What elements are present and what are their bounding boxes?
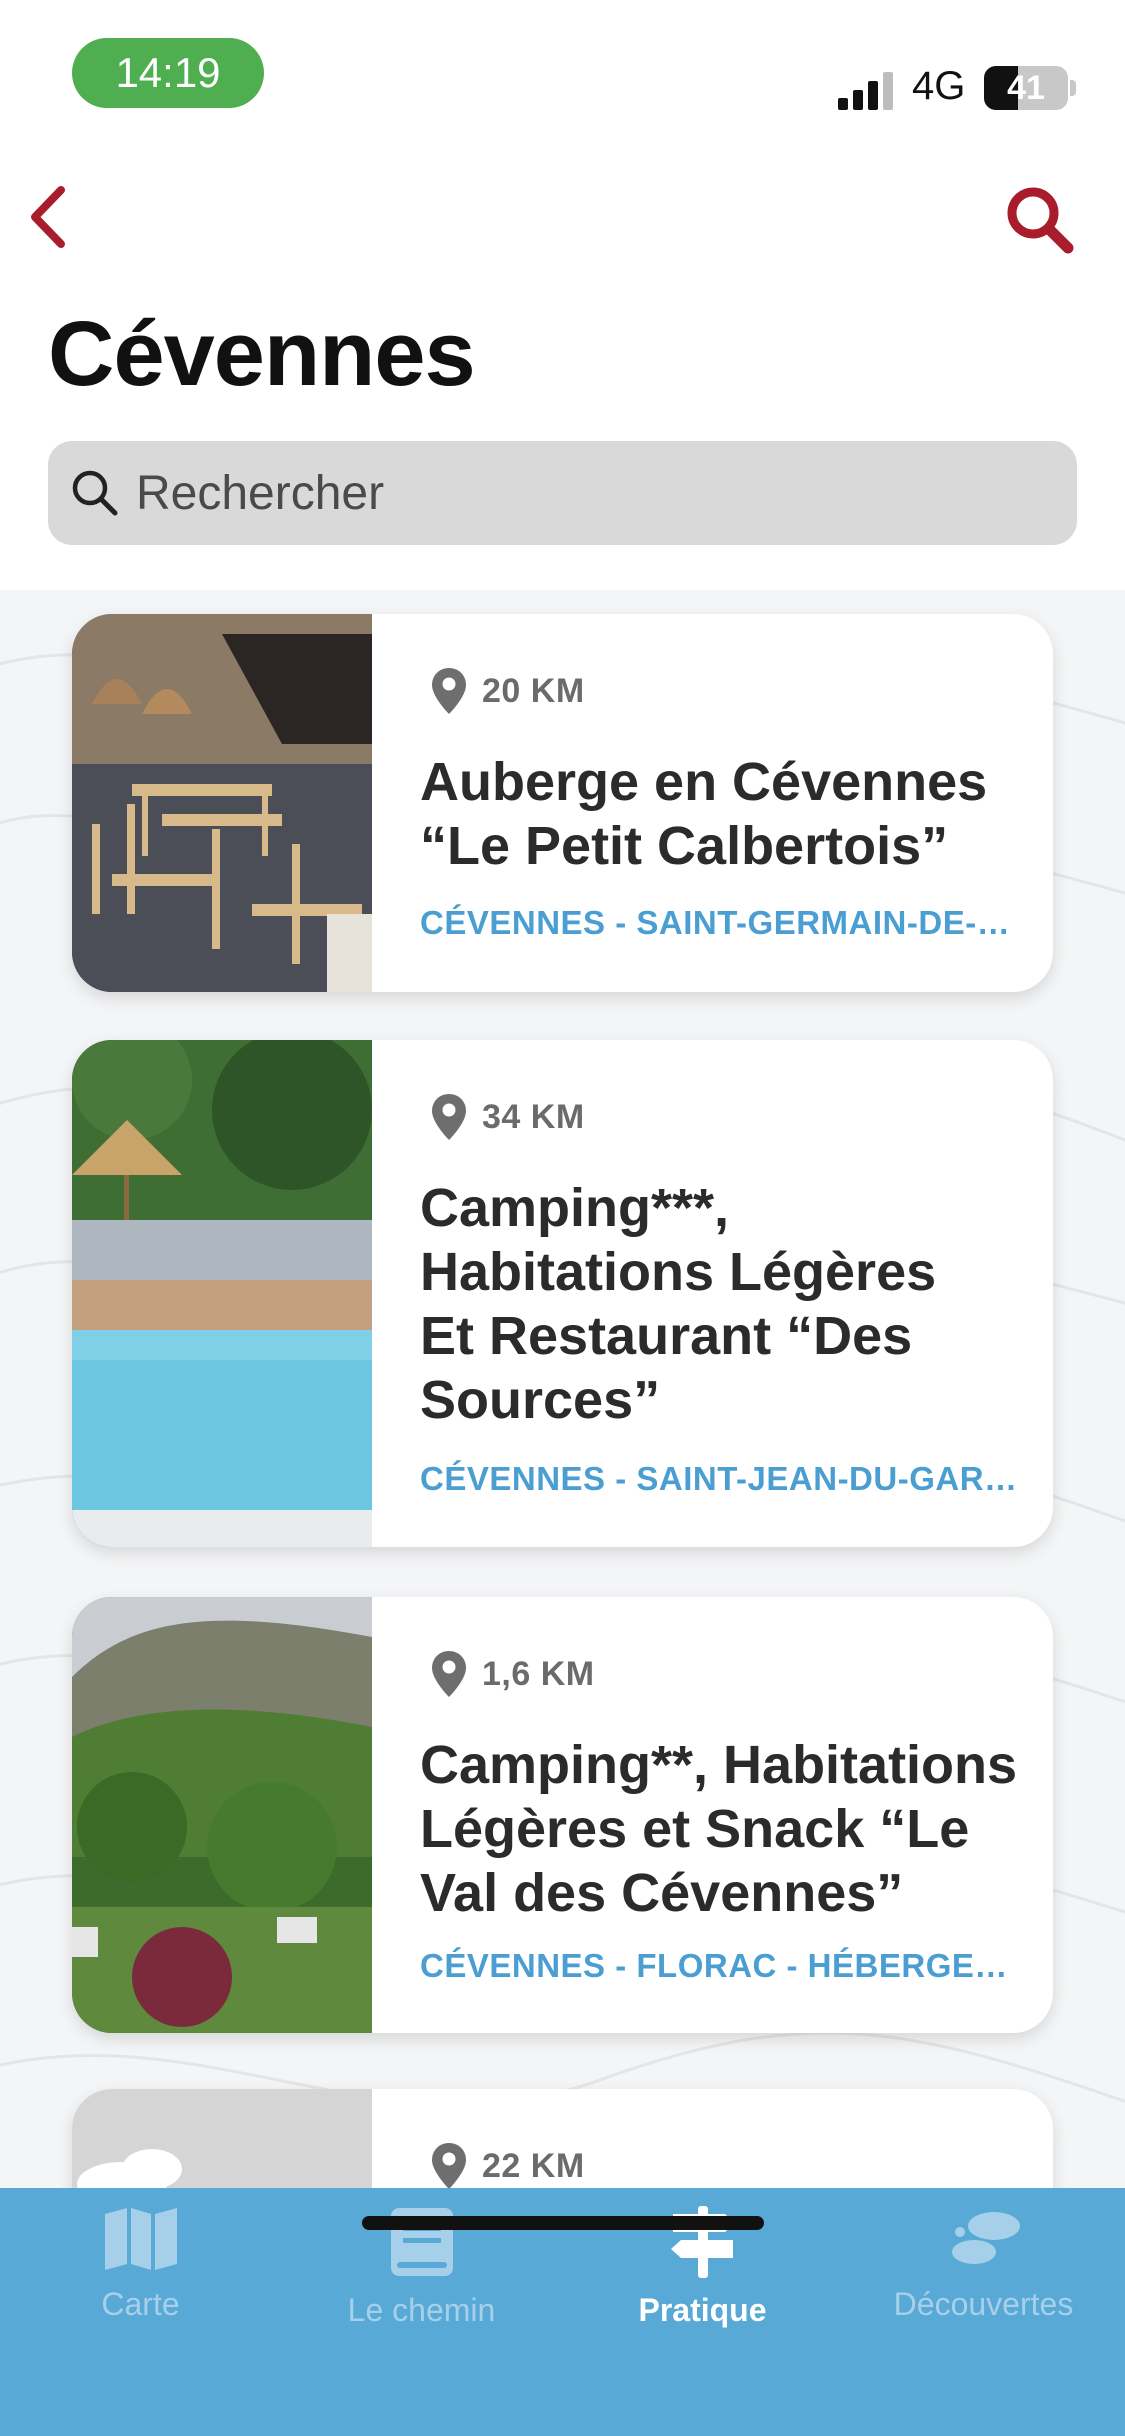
tab-decouvertes[interactable]: Découvertes bbox=[843, 2188, 1124, 2378]
list-item[interactable]: 20 KM Auberge en Cévennes “Le Petit Calb… bbox=[72, 614, 1053, 992]
distance-row: 22 KM bbox=[420, 2141, 585, 2188]
location-pin-icon bbox=[432, 1094, 466, 1140]
list-item[interactable]: 1,6 KM Camping**, Habitations Légères et… bbox=[72, 1597, 1053, 2033]
location-pin-icon bbox=[432, 1651, 466, 1697]
page-title: Cévennes bbox=[48, 303, 476, 405]
tab-label: Pratique bbox=[638, 2292, 767, 2328]
footprints-icon bbox=[951, 2212, 1020, 2264]
tab-carte[interactable]: Carte bbox=[0, 2188, 281, 2378]
card-title: Camping***, Habitations Légères Et Resta… bbox=[420, 1178, 937, 1430]
card-content: 22 KM bbox=[420, 2089, 1023, 2188]
status-time: 14:19 bbox=[72, 38, 264, 108]
distance-label: 1,6 KM bbox=[482, 1654, 595, 1693]
distance-label: 20 KM bbox=[482, 671, 585, 710]
map-icon bbox=[104, 2208, 177, 2270]
card-photo-restaurant bbox=[72, 614, 372, 992]
distance-label: 22 KM bbox=[482, 2146, 585, 2185]
search-input[interactable] bbox=[136, 465, 1036, 521]
battery-percent: 41 bbox=[1007, 68, 1045, 107]
battery-icon: 41 bbox=[984, 66, 1068, 110]
card-title: Auberge en Cévennes “Le Petit Calbertois… bbox=[420, 752, 988, 876]
location-pin-icon bbox=[432, 2143, 466, 2188]
card-content: 34 KM Camping***, Habitations Légères Et… bbox=[420, 1040, 1023, 1547]
search-icon bbox=[1007, 187, 1074, 254]
distance-row: 34 KM bbox=[420, 1092, 585, 1142]
location-pin-icon bbox=[432, 668, 466, 714]
home-indicator bbox=[362, 2216, 764, 2230]
tab-label: Le chemin bbox=[347, 2292, 496, 2328]
chevron-left-icon bbox=[31, 186, 65, 248]
card-tags: CÉVENNES - SAINT-JEAN-DU-GARD - HÉBERGEM… bbox=[420, 1460, 1023, 1497]
back-button[interactable] bbox=[22, 182, 72, 252]
card-title: Camping**, Habitations Légères et Snack … bbox=[420, 1735, 1018, 1923]
distance-row: 20 KM bbox=[420, 666, 585, 716]
list-item[interactable]: 22 KM bbox=[72, 2089, 1053, 2188]
search-button[interactable] bbox=[1004, 184, 1074, 254]
card-tags: CÉVENNES - FLORAC - HÉBERGEMENT bbox=[420, 1947, 1023, 1984]
card-tags: CÉVENNES - SAINT-GERMAIN-DE-CALBERTE - R… bbox=[420, 904, 1023, 941]
signal-icon bbox=[838, 72, 893, 110]
card-photo-campsite bbox=[72, 1597, 372, 2033]
battery-tip bbox=[1070, 80, 1076, 96]
card-photo-pool bbox=[72, 1040, 372, 1547]
card-photo-placeholder bbox=[72, 2089, 372, 2188]
search-field[interactable] bbox=[48, 441, 1077, 545]
list-item[interactable]: 34 KM Camping***, Habitations Légères Et… bbox=[72, 1040, 1053, 1547]
tab-bar: Carte Le chemin Pratique Découvertes bbox=[0, 2188, 1125, 2436]
distance-label: 34 KM bbox=[482, 1097, 585, 1136]
network-type: 4G bbox=[912, 64, 966, 108]
status-bar: 14:19 4G 41 bbox=[0, 0, 1125, 130]
tab-label: Carte bbox=[101, 2286, 180, 2322]
results-list[interactable]: 20 KM Auberge en Cévennes “Le Petit Calb… bbox=[0, 590, 1125, 2188]
distance-row: 1,6 KM bbox=[420, 1649, 595, 1699]
card-content: 20 KM Auberge en Cévennes “Le Petit Calb… bbox=[420, 614, 1023, 992]
tab-label: Découvertes bbox=[893, 2286, 1074, 2322]
search-icon bbox=[72, 470, 118, 516]
card-content: 1,6 KM Camping**, Habitations Légères et… bbox=[420, 1597, 1023, 2033]
